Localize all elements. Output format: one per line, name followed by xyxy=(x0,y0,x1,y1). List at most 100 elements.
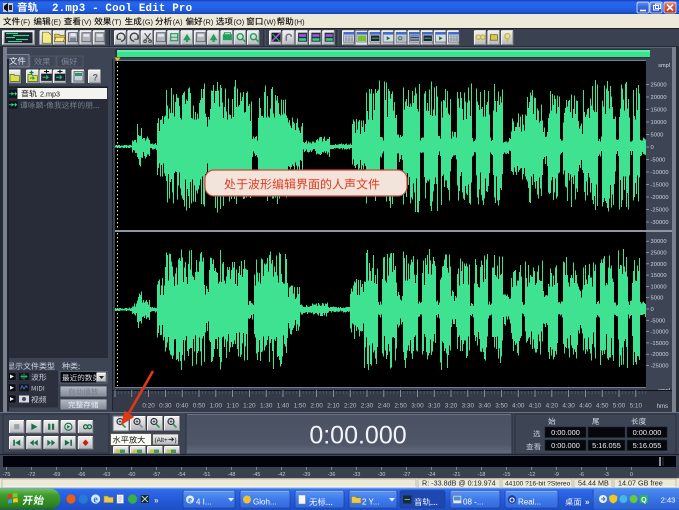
svg-text:Real...: Real... xyxy=(518,498,541,507)
svg-text:-3: -3 xyxy=(604,472,609,478)
svg-text:-27: -27 xyxy=(403,472,411,478)
svg-text:08 -...: 08 -... xyxy=(463,498,483,507)
svg-text:25000: 25000 xyxy=(651,251,667,257)
svg-text:4 I...: 4 I... xyxy=(196,498,212,507)
svg-text:-63: -63 xyxy=(103,472,111,478)
svg-text:-9: -9 xyxy=(554,472,559,478)
svg-text:4:00: 4:00 xyxy=(512,403,525,410)
svg-text:-18: -18 xyxy=(478,472,486,478)
svg-text:5:10: 5:10 xyxy=(630,403,643,410)
svg-text:0:00.000: 0:00.000 xyxy=(551,441,580,450)
svg-text:-57: -57 xyxy=(153,472,161,478)
svg-text:5000: 5000 xyxy=(651,296,664,302)
svg-text:smpl: smpl xyxy=(658,63,670,69)
svg-text:-48: -48 xyxy=(228,472,236,478)
svg-text:(F): (F) xyxy=(21,18,30,27)
svg-text:-42: -42 xyxy=(278,472,286,478)
svg-text:-72: -72 xyxy=(28,472,36,478)
svg-text:-24: -24 xyxy=(428,472,436,478)
svg-text:-15: -15 xyxy=(503,472,511,478)
svg-text:?: ? xyxy=(93,73,99,83)
svg-text:R: -33.8dB @ 0:19.974: R: -33.8dB @ 0:19.974 xyxy=(422,479,496,488)
svg-text:3:50: 3:50 xyxy=(495,403,508,410)
svg-text:-20000: -20000 xyxy=(651,352,669,358)
svg-text:-15000: -15000 xyxy=(651,341,669,347)
svg-text:O: O xyxy=(509,495,515,504)
svg-text:2.mp3: 2.mp3 xyxy=(40,90,60,99)
svg-text:-39: -39 xyxy=(303,472,311,478)
svg-text:4:30: 4:30 xyxy=(562,403,575,410)
svg-text:0:00.000: 0:00.000 xyxy=(309,422,406,450)
svg-text:): ) xyxy=(175,437,177,444)
svg-text:-30: -30 xyxy=(378,472,386,478)
svg-text:(Alt+: (Alt+ xyxy=(155,437,168,444)
svg-text:30000: 30000 xyxy=(651,239,667,245)
svg-text:54.44 MB: 54.44 MB xyxy=(578,479,609,488)
svg-text:-66: -66 xyxy=(78,472,86,478)
svg-text:25000: 25000 xyxy=(651,83,667,89)
svg-text:-60: -60 xyxy=(128,472,136,478)
svg-text:-36: -36 xyxy=(328,472,336,478)
svg-text:5:16.055: 5:16.055 xyxy=(592,441,621,450)
svg-text:(V): (V) xyxy=(82,18,92,27)
svg-text:»: » xyxy=(154,496,159,505)
svg-text:(T): (T) xyxy=(112,18,121,27)
svg-text:-10000: -10000 xyxy=(651,170,669,176)
svg-text:3:10: 3:10 xyxy=(428,403,441,410)
svg-text:-25000: -25000 xyxy=(651,208,669,214)
svg-text:-30000: -30000 xyxy=(651,220,669,226)
svg-text:1:20: 1:20 xyxy=(243,403,256,410)
svg-text:5000: 5000 xyxy=(651,133,664,139)
svg-text:»: » xyxy=(585,498,590,507)
svg-text:0: 0 xyxy=(651,145,654,151)
svg-text:-10000: -10000 xyxy=(651,330,669,336)
svg-text:(A): (A) xyxy=(173,18,183,27)
svg-text:5:00: 5:00 xyxy=(613,403,626,410)
svg-text:-5000: -5000 xyxy=(651,158,666,164)
svg-text:2:10: 2:10 xyxy=(327,403,340,410)
svg-text:4:20: 4:20 xyxy=(546,403,559,410)
svg-text:Q: Q xyxy=(641,497,647,504)
svg-text:-12: -12 xyxy=(528,472,536,478)
svg-text:15000: 15000 xyxy=(651,273,667,279)
svg-text:15000: 15000 xyxy=(651,108,667,114)
svg-text:4:10: 4:10 xyxy=(529,403,542,410)
svg-text:-20000: -20000 xyxy=(651,195,669,201)
svg-text:e: e xyxy=(93,495,98,506)
svg-text:2.mp3 - Cool Edit Pro: 2.mp3 - Cool Edit Pro xyxy=(52,3,192,15)
svg-text:20000: 20000 xyxy=(651,262,667,268)
svg-text:1:30: 1:30 xyxy=(260,403,273,410)
svg-text:-54: -54 xyxy=(178,472,186,478)
svg-text:(W): (W) xyxy=(264,18,276,27)
svg-text:Gloh...: Gloh... xyxy=(253,498,277,507)
svg-text:-51: -51 xyxy=(203,472,211,478)
svg-text:1:40: 1:40 xyxy=(277,403,290,410)
svg-text:(R): (R) xyxy=(203,18,213,27)
svg-text:2:20: 2:20 xyxy=(344,403,357,410)
svg-text:3:30: 3:30 xyxy=(462,403,475,410)
svg-text:hms: hms xyxy=(657,404,668,410)
svg-text:2:00: 2:00 xyxy=(310,403,323,410)
svg-text:0:50: 0:50 xyxy=(193,403,206,410)
svg-text:3:40: 3:40 xyxy=(478,403,491,410)
svg-text:0: 0 xyxy=(630,472,633,478)
svg-text:0:00.000: 0:00.000 xyxy=(551,428,580,437)
svg-text:-45: -45 xyxy=(253,472,261,478)
svg-text:2 Y...: 2 Y... xyxy=(362,498,380,507)
svg-text:0:40: 0:40 xyxy=(176,403,189,410)
svg-text:3:00: 3:00 xyxy=(411,403,424,410)
svg-text:4:40: 4:40 xyxy=(579,403,592,410)
svg-text:-15000: -15000 xyxy=(651,183,669,189)
svg-text:1:50: 1:50 xyxy=(294,403,307,410)
svg-text:4:50: 4:50 xyxy=(596,403,609,410)
svg-text:44100 ?16-bit ?Stereo: 44100 ?16-bit ?Stereo xyxy=(505,480,571,487)
svg-text:e: e xyxy=(188,495,192,505)
svg-text:10000: 10000 xyxy=(651,120,667,126)
svg-text:-5000: -5000 xyxy=(651,318,666,324)
svg-text:-21: -21 xyxy=(453,472,461,478)
svg-text:-25000: -25000 xyxy=(651,364,669,370)
svg-text:10000: 10000 xyxy=(651,284,667,290)
svg-text:3:20: 3:20 xyxy=(445,403,458,410)
svg-text:(G): (G) xyxy=(142,18,153,27)
svg-text:2:50: 2:50 xyxy=(394,403,407,410)
